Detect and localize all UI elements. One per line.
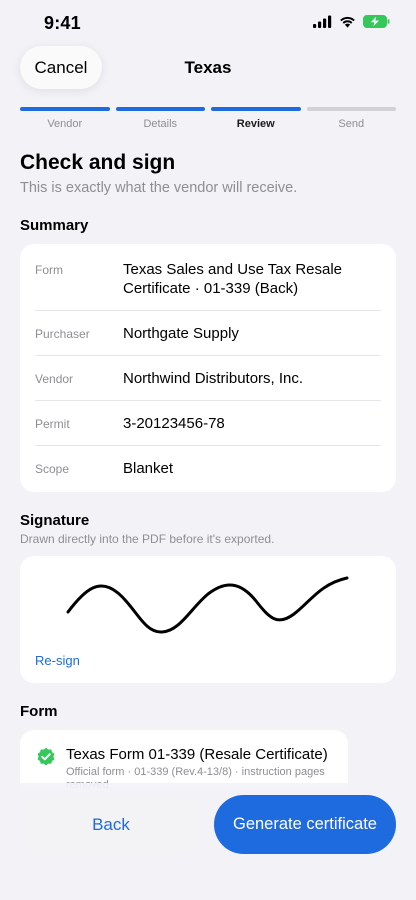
- summary-value: Northgate Supply: [123, 325, 239, 342]
- form-heading: Form: [20, 703, 58, 720]
- summary-row-form: Form Texas Sales and Use Tax Resale Cert…: [35, 244, 381, 311]
- step-label: Vendor: [47, 118, 83, 130]
- status-bar: 9:41: [0, 0, 416, 46]
- summary-key: Vendor: [35, 372, 74, 386]
- resign-link[interactable]: Re-sign: [35, 653, 80, 668]
- back-button[interactable]: Back: [20, 795, 202, 854]
- step-vendor: Vendor: [20, 107, 110, 130]
- signature-heading: Signature: [20, 512, 90, 529]
- step-send: Send: [306, 107, 396, 130]
- summary-row-vendor: Vendor Northwind Distributors, Inc.: [35, 356, 381, 401]
- step-label: Review: [236, 118, 275, 130]
- summary-value: Texas Sales and Use Tax Resale Certifica…: [123, 261, 343, 297]
- summary-card: Form Texas Sales and Use Tax Resale Cert…: [20, 244, 396, 492]
- summary-heading: Summary: [20, 217, 89, 234]
- step-bar: [20, 107, 110, 111]
- signature-note: Drawn directly into the PDF before it's …: [20, 532, 275, 546]
- step-bar: [115, 107, 205, 111]
- step-details: Details: [115, 107, 205, 130]
- summary-row-permit: Permit 3-20123456-78: [35, 401, 381, 446]
- summary-value: 3-20123456-78: [123, 415, 225, 432]
- summary-value: Northwind Distributors, Inc.: [123, 370, 304, 387]
- summary-key: Scope: [35, 462, 70, 476]
- step-label: Details: [143, 118, 178, 130]
- signature-card[interactable]: Re-sign: [20, 556, 396, 683]
- summary-key: Permit: [35, 417, 70, 431]
- status-icons: [313, 15, 390, 28]
- summary-value: Blanket: [123, 460, 174, 477]
- page-title: Check and sign: [20, 151, 176, 174]
- summary-row-purchaser: Purchaser Northgate Supply: [35, 311, 381, 356]
- wifi-icon: [340, 16, 355, 28]
- battery-charging-icon: [363, 15, 390, 28]
- cellular-signal-icon: [313, 15, 332, 28]
- page-subtitle: This is exactly what the vendor will rec…: [20, 180, 298, 196]
- generate-certificate-button[interactable]: Generate certificate: [214, 795, 396, 854]
- check-badge-icon: [37, 747, 55, 766]
- progress-stepper: Vendor Details Review Send: [20, 107, 396, 130]
- form-title: Texas Form 01-339 (Resale Certificate): [66, 746, 328, 763]
- step-bar: [306, 107, 396, 111]
- step-review: Review: [211, 107, 301, 130]
- status-time: 9:41: [44, 13, 81, 33]
- summary-key: Form: [35, 263, 63, 277]
- bottom-action-bar: Back Generate certificate: [0, 783, 416, 900]
- summary-row-scope: Scope Blanket: [35, 446, 381, 492]
- summary-key: Purchaser: [35, 327, 90, 341]
- step-label: Send: [338, 118, 365, 130]
- nav-title: Texas: [184, 58, 232, 77]
- step-bar: [211, 107, 301, 111]
